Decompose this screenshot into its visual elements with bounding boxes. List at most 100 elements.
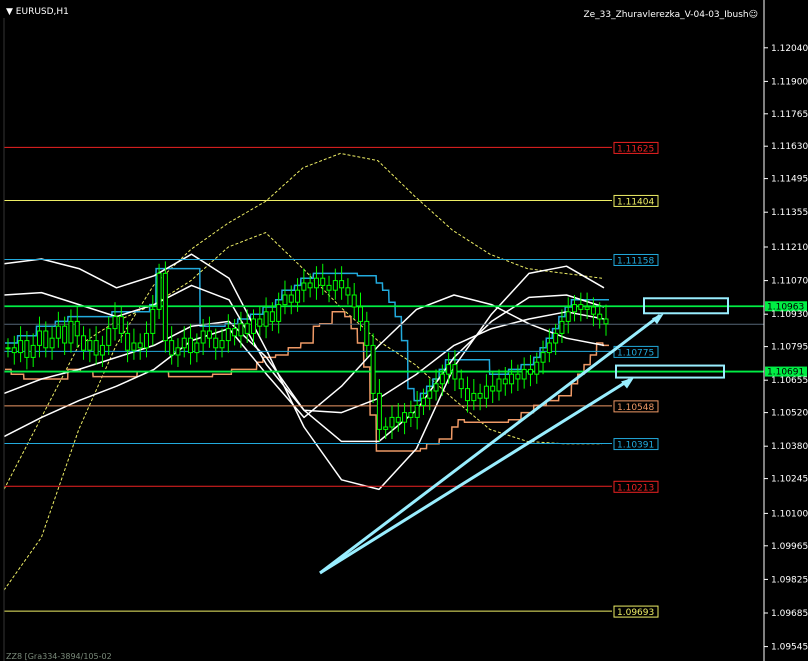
y-tick-label: 1.10100 xyxy=(771,509,808,519)
level-label: 1.10548 xyxy=(617,403,654,413)
candle-body xyxy=(427,390,433,399)
candle-body xyxy=(36,330,42,346)
y-tick-label: 1.10795 xyxy=(771,343,808,353)
candle-body xyxy=(534,361,540,375)
candle-body xyxy=(269,311,275,322)
candle-body xyxy=(169,340,175,356)
y-tick-label: 1.10380 xyxy=(771,442,808,452)
y-tick-label: 1.09685 xyxy=(771,609,808,619)
candle-body xyxy=(11,347,17,354)
indicator-label: Ze_33_Zhuravlerezka_V-04-03_Ibush☺ xyxy=(583,10,758,20)
candle-body xyxy=(200,330,206,344)
bottom-indicator-label: ZZ8 [Gra334-3894/105-02 xyxy=(6,652,112,661)
candle-body xyxy=(565,311,571,322)
candle-body xyxy=(257,318,263,327)
y-tick-label: 1.10245 xyxy=(771,475,808,485)
y-tick-label: 1.11210 xyxy=(771,243,808,253)
candle-body xyxy=(244,323,250,334)
candle-body xyxy=(420,397,426,406)
candle-body xyxy=(490,385,496,392)
candle-body xyxy=(93,340,99,356)
candle-body xyxy=(389,416,395,428)
y-tick-label: 1.11765 xyxy=(771,110,808,120)
candle-body xyxy=(43,330,49,349)
candle-body xyxy=(358,306,364,322)
dashed-series-line xyxy=(3,232,602,490)
candle-body xyxy=(118,316,124,334)
candle-body xyxy=(477,392,483,399)
candle-body xyxy=(232,328,238,337)
candle-body xyxy=(106,328,112,346)
candle-body xyxy=(584,306,590,310)
menu-triangle-icon[interactable]: ▼ xyxy=(6,7,13,17)
candle-body xyxy=(288,294,294,303)
symbol-label[interactable]: ▼ EURUSD,H1 xyxy=(6,7,69,17)
candle-body xyxy=(143,332,149,349)
candle-body xyxy=(465,388,471,402)
level-label: 1.11625 xyxy=(617,144,654,154)
candle-body xyxy=(339,280,345,289)
chart-window[interactable]: 1.11625 1.11404 1.11158 1.10963 1.10775 1.106… xyxy=(0,0,808,661)
candle-body xyxy=(332,280,338,291)
candle-body xyxy=(439,373,445,385)
candle-body xyxy=(452,364,458,380)
candle-body xyxy=(55,325,61,339)
candle-body xyxy=(99,344,105,356)
y-tick-label: 1.10520 xyxy=(771,409,808,419)
candle-body xyxy=(206,330,212,339)
candle-body xyxy=(370,344,376,394)
candle-body xyxy=(527,368,533,375)
candle-body xyxy=(68,320,74,344)
candle-body xyxy=(509,373,515,385)
candle-body xyxy=(162,272,168,342)
y-tick-label: 1.11495 xyxy=(771,175,808,185)
level-label: 1.10213 xyxy=(617,483,654,493)
candle-body xyxy=(24,340,30,358)
candle-body xyxy=(590,306,596,315)
candle-body xyxy=(156,272,162,310)
candle-body xyxy=(87,340,93,351)
candle-body xyxy=(313,277,319,289)
candle-body xyxy=(345,287,351,296)
candle-body xyxy=(383,426,389,430)
candle-body xyxy=(188,337,194,354)
annotation-layer xyxy=(319,297,729,575)
chart-svg[interactable]: 1.116251.114041.111581.109631.107751.106… xyxy=(0,0,808,661)
candle-body xyxy=(150,308,156,334)
symbol-text: EURUSD,H1 xyxy=(15,7,69,17)
arrowhead-lower xyxy=(621,377,634,389)
candle-body xyxy=(263,311,269,327)
candle-body xyxy=(18,340,24,354)
candle-body xyxy=(483,385,489,399)
candle-body xyxy=(408,412,414,418)
y-tick-label: 1.10930 xyxy=(771,310,808,320)
annotation-arrow-lower xyxy=(319,378,631,575)
y-tick-label: 1.12040 xyxy=(771,44,808,54)
candle-body xyxy=(5,347,11,350)
price-axis: 1.12040 1.11900 1.11765 1.11630 1.11495 1.113… xyxy=(3,0,808,661)
candle-body xyxy=(250,318,256,334)
candle-body xyxy=(219,340,225,349)
candle-body xyxy=(496,378,502,392)
candle-body xyxy=(49,337,55,349)
candle-body xyxy=(597,313,603,320)
y-tick-label: 1.09545 xyxy=(771,643,808,653)
candle-body xyxy=(471,392,477,402)
candle-body xyxy=(307,282,313,289)
y-tick-label: 1.10655 xyxy=(771,376,808,386)
candle-body xyxy=(137,342,143,349)
candle-body xyxy=(30,344,36,358)
level-label: 1.11404 xyxy=(617,197,654,207)
candle-body xyxy=(572,304,578,313)
level-label: 1.11158 xyxy=(617,256,654,266)
candle-body xyxy=(194,342,200,354)
candle-body xyxy=(282,294,288,306)
y-tick-label: 1.09965 xyxy=(771,542,808,552)
level-label: 1.10775 xyxy=(617,348,654,358)
candle-body xyxy=(62,325,68,344)
candle-body xyxy=(578,304,584,310)
candle-body xyxy=(175,347,181,356)
channel-line xyxy=(3,311,605,414)
candle-body xyxy=(326,284,332,291)
candle-body xyxy=(213,337,219,349)
